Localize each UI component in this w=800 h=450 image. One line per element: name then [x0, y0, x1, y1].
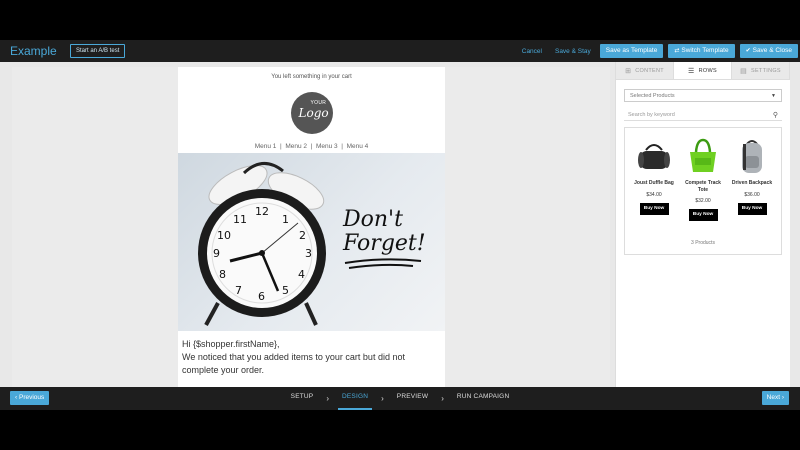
tab-settings[interactable]: ▤ SETTINGS: [732, 62, 790, 79]
buy-now-button[interactable]: Buy Now: [639, 202, 669, 215]
bottom-bar: ‹ Previous SETUP › DESIGN › PREVIEW › RU…: [0, 387, 800, 410]
switch-icon: ⇄: [674, 48, 680, 54]
ab-test-button[interactable]: Start an A/B test: [70, 44, 126, 58]
email-body-copy: Hi {$shopper.firstName}, We noticed that…: [182, 338, 442, 377]
product-grid: Joust Duffle Bag $34.00 Buy Now Compete …: [624, 127, 782, 255]
product-count: 3 Products: [691, 240, 715, 246]
top-bar: Example Start an A/B test Cancel Save & …: [0, 40, 800, 62]
search-placeholder: Search by keyword: [628, 111, 675, 118]
email-preview[interactable]: You left something in your cart YOUR Log…: [178, 67, 445, 387]
step-design[interactable]: DESIGN: [338, 387, 373, 410]
menu-item[interactable]: Menu 3: [316, 143, 338, 150]
menu-item[interactable]: Menu 1: [255, 143, 277, 150]
next-label: Next: [766, 394, 781, 401]
chevron-right-icon: ›: [326, 394, 329, 403]
switch-template-button[interactable]: ⇄ Switch Template: [668, 44, 735, 58]
tab-settings-label: SETTINGS: [751, 67, 781, 74]
save-close-button[interactable]: ✔ Save & Close: [739, 44, 798, 58]
greeting-text: Hi {$shopper.firstName},: [182, 339, 280, 349]
preheader-text: You left something in your cart: [271, 74, 352, 80]
email-menu: Menu 1 | Menu 2 | Menu 3 | Menu 4: [178, 143, 445, 150]
logo-large-text: Logo: [298, 106, 329, 120]
top-actions: Cancel Save & Stay Save as Template ⇄ Swi…: [518, 44, 798, 58]
step-setup[interactable]: SETUP: [287, 387, 318, 410]
settings-icon: ▤: [740, 67, 747, 75]
menu-separator: |: [280, 143, 282, 150]
chevron-right-icon: ›: [441, 394, 444, 403]
cancel-button[interactable]: Cancel: [518, 48, 546, 55]
product-name: Compete Track Tote: [685, 180, 721, 193]
clock-hands: [229, 222, 299, 292]
save-as-template-label: Save as Template: [605, 47, 658, 54]
product-price: $34.00: [646, 191, 662, 198]
tote-bag-image: [683, 136, 723, 176]
rows-icon: ☰: [688, 67, 695, 75]
product-name: Driven Backpack: [731, 180, 773, 186]
save-as-template-button[interactable]: Save as Template: [599, 44, 664, 58]
chevron-right-icon: ›: [381, 394, 384, 403]
tab-rows-label: ROWS: [698, 67, 717, 74]
hero-text-line1: Don't: [343, 207, 403, 232]
product-name: Joust Duffle Bag: [634, 180, 674, 186]
product-card[interactable]: Joust Duffle Bag $34.00 Buy Now: [631, 136, 677, 215]
side-panel: ⊞ CONTENT ☰ ROWS ▤ SETTINGS Selected Pro…: [615, 62, 790, 387]
switch-template-label: Switch Template: [681, 47, 729, 54]
hero-handwriting: Don't Forget!: [343, 208, 438, 275]
buy-now-button[interactable]: Buy Now: [737, 202, 767, 215]
next-button[interactable]: Next ›: [761, 391, 789, 405]
hero-text-line2: Forget!: [343, 231, 426, 256]
chevron-right-icon: ›: [780, 394, 784, 401]
search-icon[interactable]: ⚲: [773, 111, 778, 119]
chevron-down-icon: ▼: [771, 92, 776, 99]
product-card[interactable]: Driven Backpack $36.00 Buy Now: [729, 136, 775, 215]
menu-separator: |: [310, 143, 313, 150]
product-price: $36.00: [744, 191, 760, 198]
product-price: $32.00: [695, 198, 711, 204]
tab-content-label: CONTENT: [635, 67, 664, 74]
underline-scribble: [344, 258, 422, 269]
menu-item[interactable]: Menu 4: [347, 143, 369, 150]
panel-tabs: ⊞ CONTENT ☰ ROWS ▤ SETTINGS: [616, 62, 790, 80]
backpack-image: [732, 136, 772, 176]
check-icon: ✔: [745, 48, 751, 54]
tab-content[interactable]: ⊞ CONTENT: [616, 62, 674, 79]
products-select[interactable]: Selected Products ▼: [624, 89, 782, 102]
search-input[interactable]: Search by keyword ⚲: [624, 109, 782, 121]
app-title: Example: [10, 44, 57, 58]
product-card[interactable]: Compete Track Tote $32.00 Buy Now: [680, 136, 726, 221]
tab-rows[interactable]: ☰ ROWS: [674, 62, 732, 79]
body-text: We noticed that you added items to your …: [182, 352, 405, 375]
duffle-bag-image: [634, 136, 674, 176]
wizard-steps: SETUP › DESIGN › PREVIEW › RUN CAMPAIGN: [0, 387, 800, 410]
step-preview[interactable]: PREVIEW: [393, 387, 432, 410]
hero-image: Don't Forget! 12 1 2 3 4 5 6 7 8 9 10 11: [178, 153, 445, 331]
products-select-value: Selected Products: [630, 92, 675, 99]
step-run-campaign[interactable]: RUN CAMPAIGN: [453, 387, 513, 410]
grid-icon: ⊞: [625, 67, 632, 75]
logo: YOUR Logo: [290, 92, 333, 134]
menu-separator: |: [341, 143, 343, 150]
buy-now-button[interactable]: Buy Now: [688, 209, 718, 221]
save-stay-button[interactable]: Save & Stay: [551, 48, 595, 55]
menu-item[interactable]: Menu 2: [285, 143, 307, 150]
save-close-label: Save & Close: [752, 47, 792, 54]
